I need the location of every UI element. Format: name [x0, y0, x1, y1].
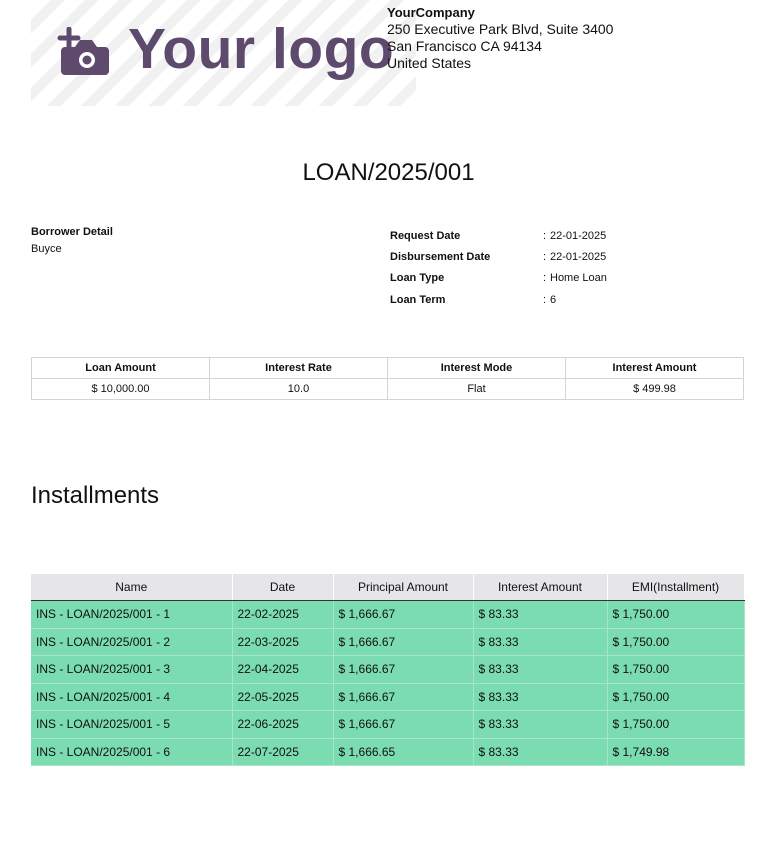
document-title: LOAN/2025/001	[302, 159, 475, 186]
summary-header-row: Loan Amount Interest Rate Interest Mode …	[31, 357, 744, 379]
installment-principal: $ 1,666.67	[333, 600, 474, 629]
detail-value: 6	[550, 293, 557, 306]
installment-emi: $ 1,750.00	[607, 683, 745, 711]
detail-label: Request Date	[390, 229, 461, 242]
summary-header: Interest Amount	[565, 357, 744, 379]
detail-value: 22-01-2025	[550, 250, 607, 263]
address-country: United States	[387, 55, 472, 71]
detail-row: Disbursement Date : 22-01-2025	[390, 246, 607, 267]
installment-row: INS - LOAN/2025/001 - 1 22-02-2025 $ 1,6…	[31, 600, 745, 629]
summary-value: $ 499.98	[565, 378, 744, 400]
column-header-emi: EMI(Installment)	[607, 574, 745, 601]
installment-row: INS - LOAN/2025/001 - 5 22-06-2025 $ 1,6…	[31, 710, 745, 739]
installment-name: INS - LOAN/2025/001 - 4	[31, 683, 233, 711]
installment-principal: $ 1,666.67	[333, 710, 474, 739]
installment-interest: $ 83.33	[473, 710, 608, 739]
detail-separator: :	[543, 293, 547, 306]
installment-row: INS - LOAN/2025/001 - 3 22-04-2025 $ 1,6…	[31, 655, 745, 684]
company-address: YourCompany 250 Executive Park Blvd, Sui…	[387, 4, 613, 72]
detail-value: Home Loan	[550, 272, 607, 285]
detail-row: Loan Type : Home Loan	[390, 268, 607, 289]
address-line-1: 250 Executive Park Blvd, Suite 3400	[387, 21, 614, 37]
company-logo: Your logo	[31, 0, 416, 106]
installment-date: 22-02-2025	[232, 600, 334, 629]
installment-date: 22-07-2025	[232, 738, 334, 766]
column-header-interest: Interest Amount	[473, 574, 608, 601]
installment-name: INS - LOAN/2025/001 - 6	[31, 738, 233, 766]
summary-value-row: $ 10,000.00 10.0 Flat $ 499.98	[31, 378, 744, 400]
detail-label: Loan Type	[390, 272, 445, 285]
borrower-label: Borrower Detail	[31, 226, 113, 238]
installment-date: 22-04-2025	[232, 655, 334, 684]
installment-name: INS - LOAN/2025/001 - 2	[31, 628, 233, 656]
summary-header: Loan Amount	[31, 357, 210, 379]
installments-heading: Installments	[31, 482, 160, 509]
installment-name: INS - LOAN/2025/001 - 3	[31, 655, 233, 684]
column-header-principal: Principal Amount	[333, 574, 474, 601]
detail-row: Request Date : 22-01-2025	[390, 225, 607, 246]
summary-value: $ 10,000.00	[31, 378, 210, 400]
installment-interest: $ 83.33	[473, 683, 608, 711]
installment-interest: $ 83.33	[473, 655, 608, 684]
loan-summary-table: Loan Amount Interest Rate Interest Mode …	[31, 357, 744, 400]
detail-separator: :	[543, 250, 547, 263]
detail-label: Loan Term	[390, 293, 446, 306]
column-header-name: Name	[31, 574, 233, 601]
installment-emi: $ 1,750.00	[607, 628, 745, 656]
installments-header-row: Name Date Principal Amount Interest Amou…	[31, 574, 745, 601]
column-header-date: Date	[232, 574, 334, 601]
borrower-detail: Borrower Detail Buyce	[31, 224, 113, 258]
installment-row: INS - LOAN/2025/001 - 4 22-05-2025 $ 1,6…	[31, 683, 745, 711]
installment-principal: $ 1,666.67	[333, 655, 474, 684]
summary-value: Flat	[387, 378, 566, 400]
summary-header: Interest Mode	[387, 357, 566, 379]
installment-date: 22-05-2025	[232, 683, 334, 711]
company-name: YourCompany	[387, 5, 475, 20]
installment-name: INS - LOAN/2025/001 - 1	[31, 600, 233, 629]
detail-label: Disbursement Date	[390, 250, 491, 263]
camera-plus-icon	[57, 27, 109, 75]
installment-emi: $ 1,750.00	[607, 710, 745, 739]
detail-value: 22-01-2025	[550, 229, 607, 242]
installment-date: 22-03-2025	[232, 628, 334, 656]
installment-emi: $ 1,749.98	[607, 738, 745, 766]
installment-interest: $ 83.33	[473, 738, 608, 766]
installment-principal: $ 1,666.67	[333, 628, 474, 656]
installment-row: INS - LOAN/2025/001 - 6 22-07-2025 $ 1,6…	[31, 738, 745, 766]
detail-row: Loan Term : 6	[390, 289, 607, 310]
installment-date: 22-06-2025	[232, 710, 334, 739]
installment-emi: $ 1,750.00	[607, 600, 745, 629]
installment-row: INS - LOAN/2025/001 - 2 22-03-2025 $ 1,6…	[31, 628, 745, 656]
logo-text: Your logo	[128, 17, 395, 81]
summary-value: 10.0	[209, 378, 388, 400]
installment-interest: $ 83.33	[473, 600, 608, 629]
loan-details: Request Date : 22-01-2025 Disbursement D…	[390, 225, 607, 310]
detail-separator: :	[543, 229, 547, 242]
address-line-2: San Francisco CA 94134	[387, 38, 542, 54]
detail-separator: :	[543, 272, 547, 285]
borrower-name: Buyce	[31, 243, 62, 255]
installment-name: INS - LOAN/2025/001 - 5	[31, 710, 233, 739]
installment-principal: $ 1,666.67	[333, 683, 474, 711]
summary-header: Interest Rate	[209, 357, 388, 379]
installment-emi: $ 1,750.00	[607, 655, 745, 684]
installment-interest: $ 83.33	[473, 628, 608, 656]
installment-principal: $ 1,666.65	[333, 738, 474, 766]
installments-table: Name Date Principal Amount Interest Amou…	[31, 574, 745, 766]
